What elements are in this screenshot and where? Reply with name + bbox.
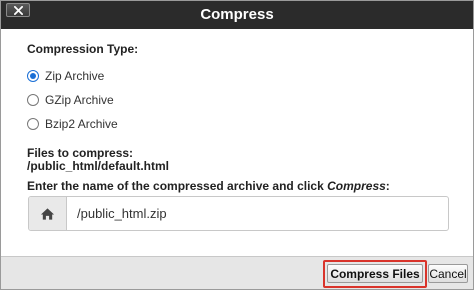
archive-name-prompt: Enter the name of the compressed archive… bbox=[27, 179, 390, 193]
radio-button[interactable] bbox=[27, 70, 39, 82]
dialog-titlebar: Compress bbox=[1, 1, 473, 29]
archive-name-input[interactable] bbox=[67, 197, 448, 230]
compress-files-button[interactable]: Compress Files bbox=[327, 264, 423, 283]
cancel-button[interactable]: Cancel bbox=[428, 264, 468, 283]
radio-button[interactable] bbox=[27, 118, 39, 130]
radio-bzip2-archive[interactable]: Bzip2 Archive bbox=[27, 117, 118, 131]
dialog-title: Compress bbox=[200, 6, 274, 23]
home-icon bbox=[40, 207, 55, 220]
home-addon bbox=[29, 197, 67, 230]
compression-type-label: Compression Type: bbox=[27, 42, 139, 56]
radio-label: GZip Archive bbox=[45, 93, 114, 107]
radio-zip-archive[interactable]: Zip Archive bbox=[27, 69, 104, 83]
radio-button[interactable] bbox=[27, 94, 39, 106]
prompt-colon: : bbox=[385, 179, 390, 193]
prompt-text: Enter the name of the compressed archive… bbox=[27, 179, 328, 193]
radio-gzip-archive[interactable]: GZip Archive bbox=[27, 93, 114, 107]
archive-name-field bbox=[28, 196, 449, 231]
dialog-body: Compression Type: Zip Archive GZip Archi… bbox=[1, 29, 473, 256]
compress-dialog: Compress Compression Type: Zip Archive G… bbox=[0, 0, 474, 290]
prompt-emphasis: Compress bbox=[327, 179, 386, 193]
radio-label: Bzip2 Archive bbox=[45, 117, 118, 131]
files-to-compress-path: /public_html/default.html bbox=[27, 159, 170, 173]
dialog-footer: Compress Files Cancel bbox=[1, 256, 473, 289]
radio-label: Zip Archive bbox=[45, 69, 105, 83]
files-to-compress-label: Files to compress: bbox=[27, 146, 134, 160]
